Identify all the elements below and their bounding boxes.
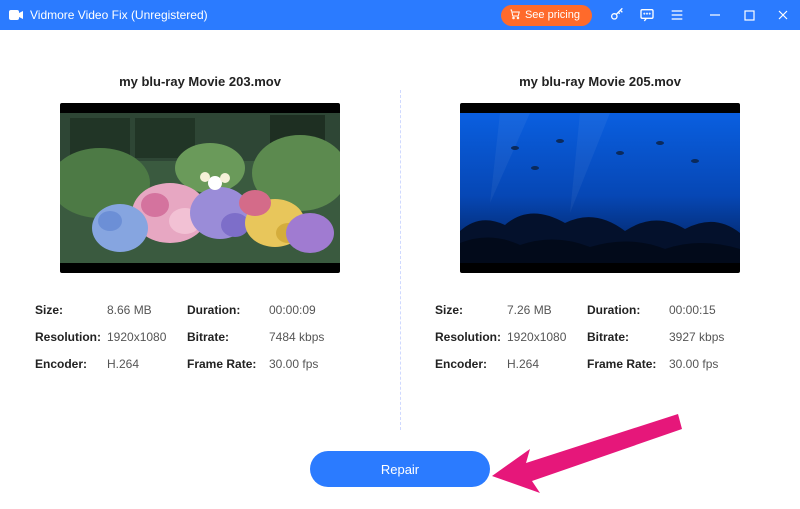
- pane-divider: [400, 90, 401, 430]
- meta-label: Encoder:: [435, 357, 507, 371]
- main-content: my blu-ray Movie 203.mov: [0, 30, 800, 509]
- meta-value: 3927 kbps: [669, 330, 749, 344]
- cart-icon: [509, 8, 521, 23]
- register-key-button[interactable]: [602, 0, 632, 30]
- meta-value: H.264: [107, 357, 187, 371]
- right-file-name: my blu-ray Movie 205.mov: [519, 74, 681, 89]
- meta-label: Resolution:: [35, 330, 107, 344]
- corrupted-file-pane: my blu-ray Movie 203.mov: [0, 74, 400, 509]
- meta-label: Bitrate:: [187, 330, 269, 344]
- see-pricing-label: See pricing: [525, 9, 580, 21]
- meta-label: Frame Rate:: [187, 357, 269, 371]
- sample-file-pane: my blu-ray Movie 205.mov: [400, 74, 800, 509]
- maximize-button[interactable]: [732, 0, 766, 30]
- meta-value: H.264: [507, 357, 587, 371]
- close-button[interactable]: [766, 0, 800, 30]
- meta-label: Duration:: [187, 303, 269, 317]
- flower-shop-scene-icon: [60, 113, 340, 263]
- window-title: Vidmore Video Fix (Unregistered): [30, 8, 208, 22]
- see-pricing-button[interactable]: See pricing: [501, 5, 592, 26]
- meta-label: Encoder:: [35, 357, 107, 371]
- menu-button[interactable]: [662, 0, 692, 30]
- app-logo-icon: [8, 7, 24, 23]
- meta-value: 30.00 fps: [269, 357, 349, 371]
- meta-label: Frame Rate:: [587, 357, 669, 371]
- titlebar: Vidmore Video Fix (Unregistered) See pri…: [0, 0, 800, 30]
- meta-label: Size:: [35, 303, 107, 317]
- meta-label: Resolution:: [435, 330, 507, 344]
- meta-label: Duration:: [587, 303, 669, 317]
- meta-value: 1920x1080: [507, 330, 587, 344]
- underwater-scene-icon: [460, 113, 740, 263]
- repair-button-label: Repair: [381, 462, 419, 477]
- right-meta-grid: Size: 7.26 MB Duration: 00:00:15 Resolut…: [435, 303, 765, 371]
- meta-value: 30.00 fps: [669, 357, 749, 371]
- meta-value: 1920x1080: [107, 330, 187, 344]
- meta-value: 00:00:15: [669, 303, 749, 317]
- feedback-button[interactable]: [632, 0, 662, 30]
- left-meta-grid: Size: 8.66 MB Duration: 00:00:09 Resolut…: [35, 303, 365, 371]
- right-video-thumbnail[interactable]: [460, 103, 740, 273]
- meta-value: 7.26 MB: [507, 303, 587, 317]
- meta-value: 8.66 MB: [107, 303, 187, 317]
- minimize-button[interactable]: [698, 0, 732, 30]
- meta-label: Bitrate:: [587, 330, 669, 344]
- meta-value: 7484 kbps: [269, 330, 349, 344]
- meta-value: 00:00:09: [269, 303, 349, 317]
- repair-button[interactable]: Repair: [310, 451, 490, 487]
- meta-label: Size:: [435, 303, 507, 317]
- left-file-name: my blu-ray Movie 203.mov: [119, 74, 281, 89]
- left-video-thumbnail[interactable]: [60, 103, 340, 273]
